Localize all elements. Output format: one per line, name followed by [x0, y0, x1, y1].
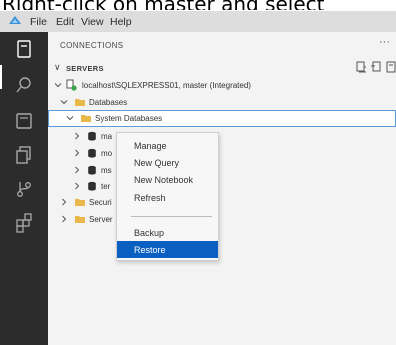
chevron-right-icon [62, 198, 67, 206]
database-msdb-node[interactable]: ms [48, 162, 396, 179]
explorer-icon[interactable] [13, 144, 35, 166]
panel-title: CONNECTIONS [60, 41, 124, 50]
database-model-node[interactable]: mo [48, 145, 396, 162]
menu-item-new-query[interactable]: New Query [117, 154, 218, 171]
menu-item-label: Manage [134, 141, 167, 151]
database-tempdb-node[interactable]: ter [48, 178, 396, 195]
database-icon [88, 131, 96, 141]
databases-label: Databases [89, 98, 128, 107]
menu-item-new-notebook[interactable]: New Notebook [117, 171, 218, 188]
servers-label: SERVERS [66, 64, 104, 73]
search-icon[interactable] [13, 74, 35, 96]
security-label: Securi [89, 198, 112, 207]
server-connected-icon [66, 79, 77, 91]
menu-help[interactable]: Help [110, 16, 132, 28]
menu-view[interactable]: View [81, 16, 104, 28]
database-icon [88, 165, 96, 175]
menu-item-label: Restore [134, 245, 166, 255]
chevron-down-icon [60, 100, 68, 105]
database-label: ms [101, 166, 112, 175]
app-logo-icon [9, 16, 21, 24]
new-connection-icon[interactable] [356, 61, 367, 73]
folder-icon [75, 99, 85, 106]
server-label: localhost\SQLEXPRESS01, master (Integrat… [82, 81, 251, 90]
source-control-icon[interactable] [13, 178, 35, 200]
menu-bar: File Edit View Help [0, 11, 396, 32]
instruction-caption: Right-click on master and select [0, 0, 396, 10]
servers-section-header[interactable]: ∨ SERVERS [48, 58, 396, 78]
more-actions-icon[interactable]: ··· [379, 36, 390, 48]
database-master-node[interactable]: ma [48, 128, 396, 145]
extensions-icon[interactable] [13, 212, 35, 234]
server-node[interactable]: localhost\SQLEXPRESS01, master (Integrat… [48, 77, 396, 94]
database-icon [88, 148, 96, 158]
system-databases-node[interactable]: System Databases [48, 110, 396, 127]
chevron-down-icon: ∨ [54, 62, 61, 72]
menu-item-backup[interactable]: Backup [117, 224, 218, 241]
notebooks-icon[interactable] [13, 110, 35, 132]
new-server-group-icon[interactable] [371, 61, 382, 73]
menu-edit[interactable]: Edit [56, 16, 74, 28]
menu-item-refresh[interactable]: Refresh [117, 189, 218, 206]
folder-icon [75, 216, 85, 223]
connections-panel: CONNECTIONS ··· ∨ SERVERS localhost\SQLE… [48, 32, 396, 345]
refresh-connections-icon[interactable] [386, 61, 396, 73]
chevron-right-icon [75, 166, 80, 174]
connections-icon[interactable] [13, 38, 35, 60]
chevron-right-icon [75, 182, 80, 190]
menu-separator [131, 216, 212, 217]
activity-bar [0, 32, 48, 345]
folder-icon [81, 115, 91, 122]
menu-item-manage[interactable]: Manage [117, 137, 218, 154]
menu-item-restore[interactable]: Restore [117, 241, 218, 258]
folder-icon [75, 199, 85, 206]
chevron-right-icon [62, 215, 67, 223]
menu-item-label: New Query [134, 158, 180, 168]
system-databases-label: System Databases [95, 114, 163, 123]
chevron-right-icon [75, 132, 80, 140]
server-objects-label: Server [89, 215, 113, 224]
database-icon [88, 181, 96, 191]
chevron-right-icon [75, 149, 80, 157]
menu-file[interactable]: File [30, 16, 47, 28]
database-label: mo [101, 149, 113, 158]
databases-node[interactable]: Databases [48, 94, 396, 111]
server-objects-node[interactable]: Server [48, 211, 396, 228]
security-node[interactable]: Securi [48, 194, 396, 211]
database-label: ter [101, 182, 111, 191]
menu-item-label: Backup [134, 228, 165, 238]
context-menu: Manage New Query New Notebook Refresh Ba… [116, 132, 219, 261]
menu-item-label: Refresh [134, 193, 166, 203]
active-indicator [0, 65, 2, 89]
database-label: ma [101, 132, 113, 141]
chevron-down-icon [54, 83, 62, 88]
menu-item-label: New Notebook [134, 175, 194, 185]
chevron-down-icon [66, 116, 74, 121]
